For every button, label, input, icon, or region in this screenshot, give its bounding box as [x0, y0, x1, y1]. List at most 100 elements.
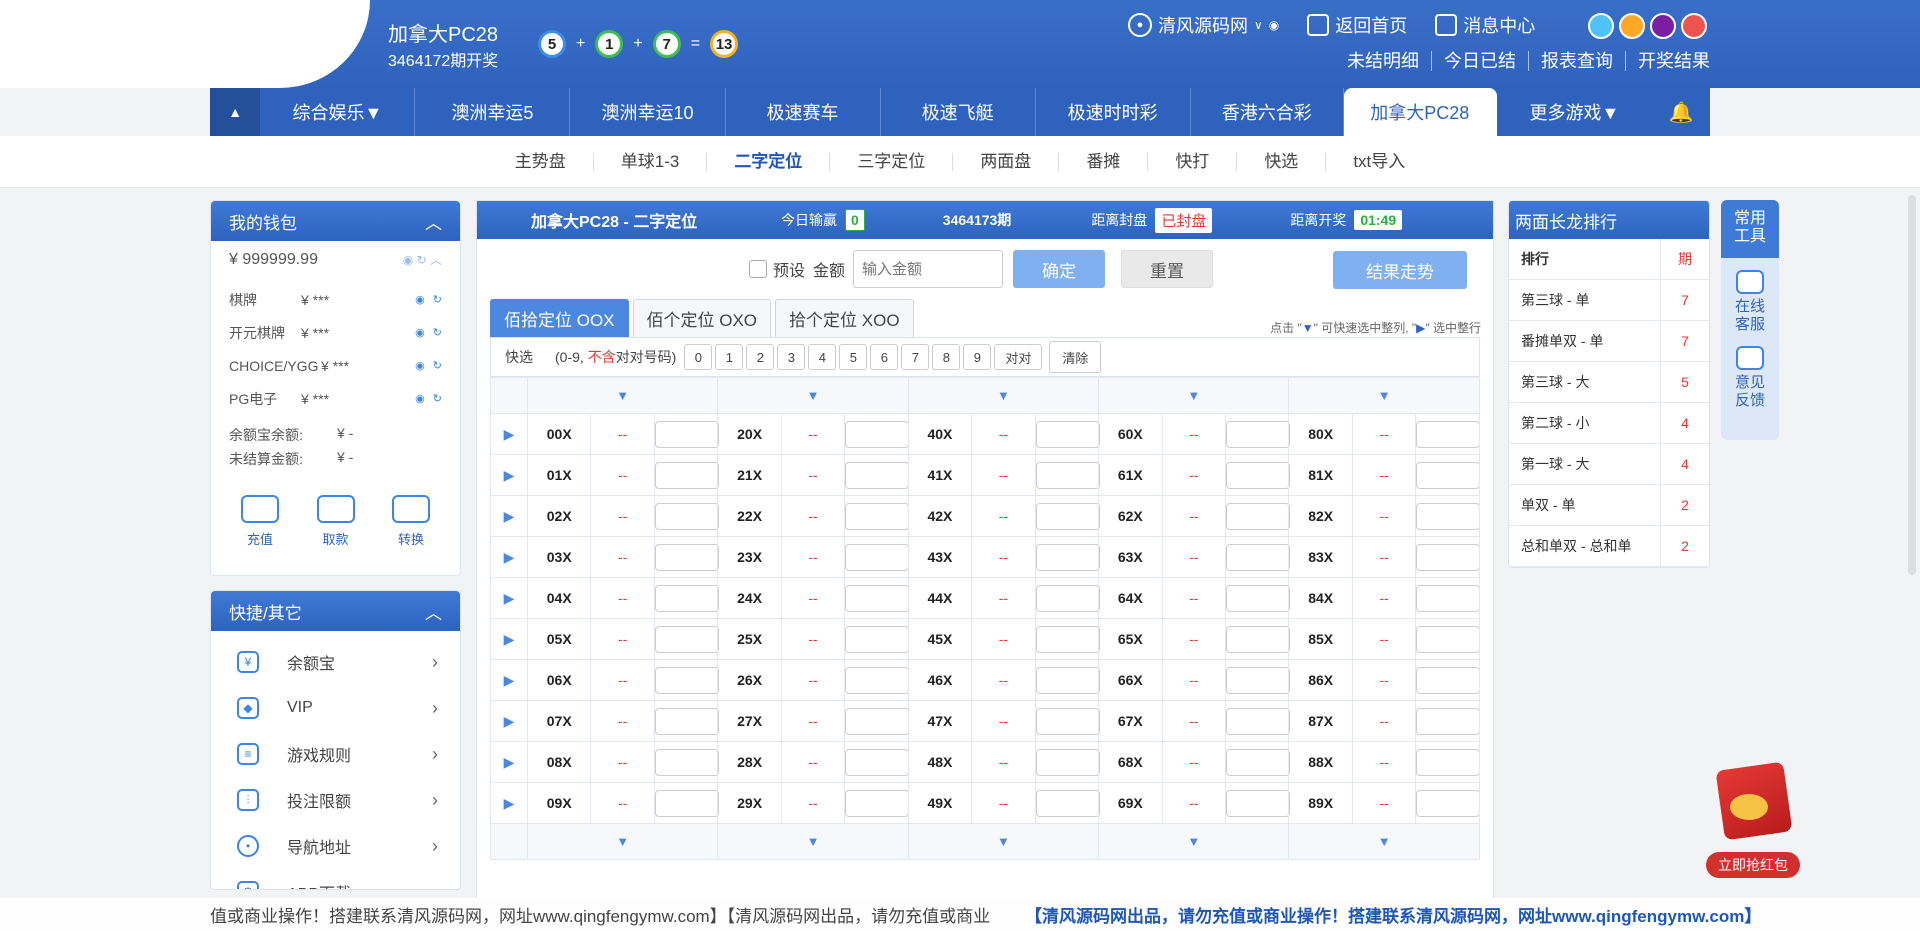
- bet-amount-input[interactable]: [1416, 748, 1481, 776]
- subtab[interactable]: 两面盘: [952, 152, 1058, 171]
- column-select-arrow-icon[interactable]: ▼: [526, 823, 719, 860]
- quick-item-app[interactable]: ⚙ APP下载›: [211, 869, 460, 889]
- bet-amount-input[interactable]: [845, 748, 910, 776]
- row-select-play-icon[interactable]: ▶: [490, 782, 528, 824]
- eye-icon[interactable]: ◉: [1269, 18, 1279, 32]
- bet-code[interactable]: 81X: [1288, 454, 1353, 496]
- bet-code[interactable]: 02X: [526, 495, 592, 537]
- bet-amount-input[interactable]: [1035, 461, 1100, 489]
- subtab[interactable]: 三字定位: [829, 152, 952, 171]
- bet-amount-input[interactable]: [1225, 584, 1290, 612]
- bet-code[interactable]: 08X: [526, 741, 592, 783]
- subtab[interactable]: 单球1-3: [592, 152, 707, 171]
- subtab[interactable]: 主势盘: [488, 152, 593, 171]
- bet-code[interactable]: 46X: [907, 659, 973, 701]
- bet-amount-input[interactable]: [654, 625, 719, 653]
- bet-code[interactable]: 05X: [526, 618, 592, 660]
- bet-code[interactable]: 64X: [1098, 577, 1163, 619]
- message-center-link[interactable]: 消息中心: [1435, 12, 1535, 38]
- theme-dot[interactable]: [1650, 13, 1676, 39]
- bet-amount-input[interactable]: [1416, 707, 1481, 735]
- column-select-arrow-icon[interactable]: ▼: [907, 823, 1100, 860]
- bet-amount-input[interactable]: [1225, 420, 1290, 448]
- theme-dot[interactable]: [1681, 13, 1707, 39]
- bet-code[interactable]: 44X: [907, 577, 973, 619]
- bet-code[interactable]: 09X: [526, 782, 592, 824]
- subtab-active[interactable]: 二字定位: [706, 152, 829, 171]
- eye-icon[interactable]: ◉: [415, 326, 425, 339]
- bet-amount-input[interactable]: [1035, 666, 1100, 694]
- bet-amount-input[interactable]: [654, 502, 719, 530]
- bet-code[interactable]: 42X: [907, 495, 973, 537]
- bet-code[interactable]: 29X: [717, 782, 782, 824]
- bet-code[interactable]: 21X: [717, 454, 782, 496]
- bet-amount-input[interactable]: [654, 543, 719, 571]
- bet-code[interactable]: 65X: [1098, 618, 1163, 660]
- quick-num-button[interactable]: 5: [839, 344, 868, 370]
- bet-code[interactable]: 22X: [717, 495, 782, 537]
- online-service-button[interactable]: 在线 客服: [1721, 258, 1779, 334]
- bet-code[interactable]: 82X: [1288, 495, 1353, 537]
- nav-item[interactable]: 澳洲幸运10: [570, 88, 726, 136]
- bet-code[interactable]: 86X: [1288, 659, 1353, 701]
- quick-num-button[interactable]: 0: [684, 344, 713, 370]
- bet-code[interactable]: 20X: [717, 413, 782, 455]
- bet-code[interactable]: 01X: [526, 454, 592, 496]
- bet-code[interactable]: 25X: [717, 618, 782, 660]
- quick-num-button[interactable]: 7: [901, 344, 930, 370]
- bet-amount-input[interactable]: [845, 666, 910, 694]
- quick-item-rules[interactable]: ≡ 游戏规则 ›: [211, 731, 460, 777]
- bet-code[interactable]: 23X: [717, 536, 782, 578]
- balance-tools-icon[interactable]: ◉ ↻ ︿: [403, 251, 442, 269]
- row-select-play-icon[interactable]: ▶: [490, 741, 528, 783]
- column-select-arrow-icon[interactable]: ▼: [717, 823, 909, 860]
- bet-amount-input[interactable]: [1035, 707, 1100, 735]
- theme-dot[interactable]: [1588, 13, 1614, 39]
- nav-item[interactable]: 更多游戏▼: [1497, 88, 1652, 136]
- bet-amount-input[interactable]: [1225, 789, 1290, 817]
- feedback-button[interactable]: 意见 反馈: [1721, 334, 1779, 410]
- quick-item-vip[interactable]: ◆ VIP ›: [211, 685, 460, 731]
- bet-amount-input[interactable]: [1225, 666, 1290, 694]
- bet-amount-input[interactable]: [1225, 502, 1290, 530]
- bet-amount-input[interactable]: [1416, 789, 1481, 817]
- row-select-play-icon[interactable]: ▶: [490, 536, 528, 578]
- user-menu[interactable]: ● 清风源码网 ∨ ◉: [1128, 12, 1279, 38]
- bet-code[interactable]: 27X: [717, 700, 782, 742]
- bet-code[interactable]: 45X: [907, 618, 973, 660]
- nav-item[interactable]: 极速赛车: [726, 88, 881, 136]
- bet-amount-input[interactable]: [845, 789, 910, 817]
- bell-icon[interactable]: 🔔: [1652, 88, 1710, 136]
- bet-code[interactable]: 69X: [1098, 782, 1163, 824]
- bet-code[interactable]: 83X: [1288, 536, 1353, 578]
- bet-code[interactable]: 26X: [717, 659, 782, 701]
- eye-icon[interactable]: ◉: [415, 359, 425, 372]
- column-select-arrow-icon[interactable]: ▼: [907, 377, 1100, 414]
- position-tab[interactable]: 拾个定位 XOO: [775, 299, 914, 337]
- nav-item[interactable]: 香港六合彩: [1191, 88, 1344, 136]
- bet-code[interactable]: 48X: [907, 741, 973, 783]
- bet-amount-input[interactable]: [1035, 584, 1100, 612]
- quick-clear-button[interactable]: 清除: [1049, 341, 1102, 373]
- reset-button[interactable]: 重置: [1121, 250, 1214, 288]
- bet-code[interactable]: 66X: [1098, 659, 1163, 701]
- subtab[interactable]: 快选: [1236, 152, 1325, 171]
- bet-code[interactable]: 06X: [526, 659, 592, 701]
- bet-amount-input[interactable]: [654, 420, 719, 448]
- nav-item[interactable]: 极速飞艇: [881, 88, 1036, 136]
- preset-checkbox[interactable]: [749, 260, 767, 278]
- bet-amount-input[interactable]: [1035, 789, 1100, 817]
- grab-red-packet-button[interactable]: 立即抢红包: [1706, 852, 1800, 878]
- bet-amount-input[interactable]: [845, 420, 910, 448]
- bet-code[interactable]: 28X: [717, 741, 782, 783]
- bet-amount-input[interactable]: [1035, 748, 1100, 776]
- bet-amount-input[interactable]: [845, 543, 910, 571]
- nav-item[interactable]: 澳洲幸运5: [415, 88, 571, 136]
- page-scrollbar[interactable]: [1908, 195, 1916, 575]
- bet-amount-input[interactable]: [1035, 420, 1100, 448]
- bet-code[interactable]: 62X: [1098, 495, 1163, 537]
- settled-today-link[interactable]: 今日已结: [1431, 51, 1528, 71]
- column-select-arrow-icon[interactable]: ▼: [526, 377, 719, 414]
- row-select-play-icon[interactable]: ▶: [490, 577, 528, 619]
- bet-amount-input[interactable]: [1416, 543, 1481, 571]
